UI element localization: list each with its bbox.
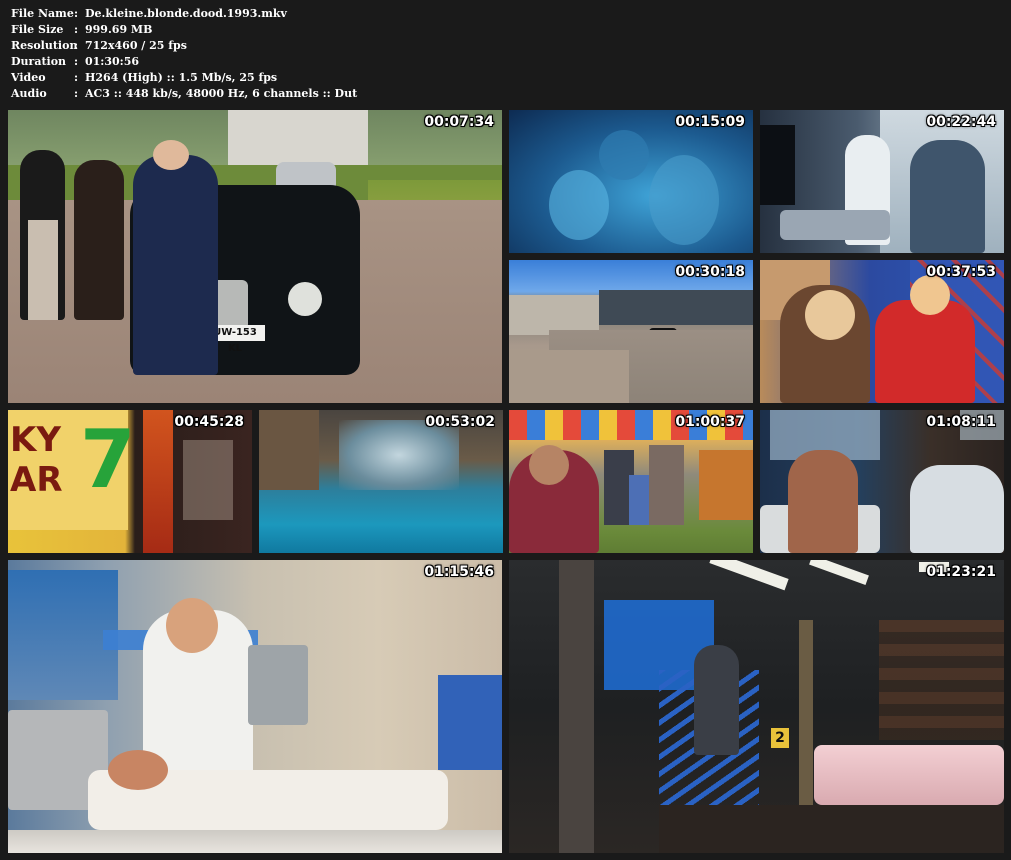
info-key: Resolution bbox=[11, 39, 78, 52]
child-figure bbox=[629, 475, 649, 525]
info-row-video: Video: H264 (High) :: 1.5 Mb/s, 25 fps bbox=[11, 71, 278, 84]
timestamp: 00:22:44 bbox=[926, 114, 996, 130]
info-value: 999.69 MB bbox=[85, 23, 153, 36]
thumbnail-2: 00:15:09 bbox=[509, 110, 753, 253]
info-key: Video bbox=[11, 71, 46, 84]
info-key: Audio bbox=[11, 87, 47, 100]
thumbnail-5: 00:37:53 bbox=[760, 260, 1004, 403]
officer-figure bbox=[133, 155, 218, 375]
sign-number: 2 bbox=[771, 728, 789, 748]
timestamp: 00:30:18 bbox=[675, 264, 745, 280]
info-row-resolution: Resolution:712x460 / 25 fps bbox=[11, 39, 187, 52]
timestamp: 01:15:46 bbox=[424, 564, 494, 580]
file-info: File Name: De.kleine.blonde.dood.1993.mkv… bbox=[11, 6, 357, 102]
sign-number: 7 bbox=[80, 413, 136, 506]
info-row-file-name: File Name: De.kleine.blonde.dood.1993.mkv bbox=[11, 7, 287, 20]
info-key: File Size bbox=[11, 23, 64, 36]
patient-figure bbox=[108, 750, 168, 790]
info-value: AC3 :: 448 kb/s, 48000 Hz, 6 channels ::… bbox=[85, 87, 358, 100]
thumbnail-7: 00:53:02 bbox=[259, 410, 503, 553]
person-figure bbox=[694, 645, 739, 755]
thumbnail-3: 00:22:44 bbox=[760, 110, 1004, 253]
timestamp: 00:37:53 bbox=[926, 264, 996, 280]
info-value: 712x460 / 25 fps bbox=[85, 39, 187, 52]
thumbnail-6: KY AR 7 00:45:28 bbox=[8, 410, 252, 553]
info-key: File Name bbox=[11, 7, 74, 20]
info-key: Duration bbox=[11, 55, 67, 68]
timestamp: 01:23:21 bbox=[926, 564, 996, 580]
child-figure bbox=[875, 300, 975, 403]
thumbnail-8: 01:00:37 bbox=[509, 410, 753, 553]
person-figure bbox=[788, 450, 858, 553]
info-row-duration: Duration:01:30:56 bbox=[11, 55, 140, 68]
person-figure bbox=[74, 160, 124, 320]
info-value: H264 (High) :: 1.5 Mb/s, 25 fps bbox=[85, 71, 278, 84]
info-row-audio: Audio: AC3 :: 448 kb/s, 48000 Hz, 6 chann… bbox=[11, 87, 358, 100]
timestamp: 00:53:02 bbox=[425, 414, 495, 430]
thumbnail-10: 01:15:46 bbox=[8, 560, 502, 853]
timestamp: 00:07:34 bbox=[424, 114, 494, 130]
bed bbox=[814, 745, 1004, 805]
sign-text: KY AR bbox=[10, 420, 63, 500]
timestamp: 01:08:11 bbox=[926, 414, 996, 430]
info-value: De.kleine.blonde.dood.1993.mkv bbox=[85, 7, 287, 20]
thumbnail-9: 01:08:11 bbox=[760, 410, 1004, 553]
person-figure bbox=[910, 465, 1004, 553]
person-figure bbox=[649, 445, 684, 525]
timestamp: 01:00:37 bbox=[675, 414, 745, 430]
info-row-file-size: File Size:999.69 MB bbox=[11, 23, 153, 36]
person-figure bbox=[910, 140, 985, 253]
info-value: 01:30:56 bbox=[85, 55, 140, 68]
thumbnail-1: UW-153 KL 00:07:34 bbox=[8, 110, 502, 403]
timestamp: 00:15:09 bbox=[675, 114, 745, 130]
timestamp: 00:45:28 bbox=[174, 414, 244, 430]
thumbnail-4: 00:30:18 bbox=[509, 260, 753, 403]
thumbnail-11: 2 01:23:21 bbox=[509, 560, 1004, 853]
